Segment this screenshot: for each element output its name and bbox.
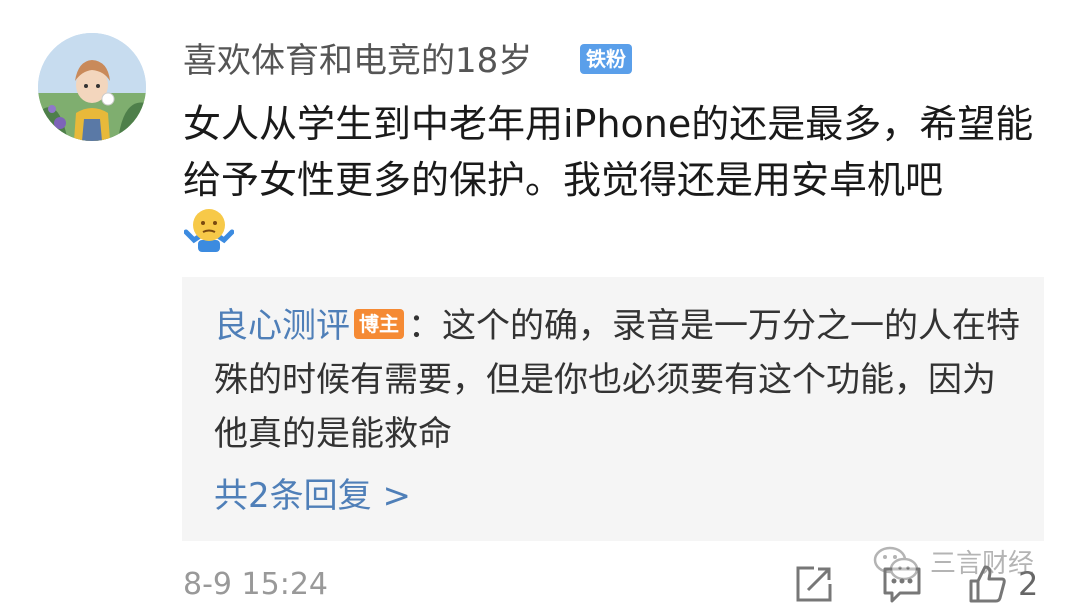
wechat-logo-icon bbox=[873, 546, 919, 581]
more-replies-link[interactable]: 共2条回复 > bbox=[214, 473, 411, 519]
username[interactable]: 喜欢体育和电竞的18岁 bbox=[183, 38, 532, 84]
shrug-emoji-icon bbox=[183, 206, 235, 252]
reply-separator: ： bbox=[408, 306, 442, 346]
blogger-badge: 博主 bbox=[354, 309, 404, 339]
reply-content: 良心测评 博主 ：这个的确，录音是一万分之一的人在特殊的时候有需要，但是你也必须要有… bbox=[214, 299, 1024, 461]
comment-body: 女人从学生到中老年用iPhone的还是最多，希望能给予女性更多的保护。我觉得还是… bbox=[183, 102, 1034, 202]
fan-badge: 铁粉 bbox=[580, 44, 632, 74]
watermark: 三言财经 bbox=[872, 544, 1034, 584]
watermark-text: 三言财经 bbox=[930, 549, 1035, 579]
share-icon[interactable] bbox=[792, 562, 836, 606]
reply-box[interactable]: 良心测评 博主 ：这个的确，录音是一万分之一的人在特殊的时候有需要，但是你也必须要有… bbox=[182, 277, 1044, 541]
reply-author[interactable]: 良心测评 bbox=[214, 306, 350, 346]
timestamp: 8-9 15:24 bbox=[183, 567, 328, 602]
avatar[interactable] bbox=[38, 33, 146, 141]
